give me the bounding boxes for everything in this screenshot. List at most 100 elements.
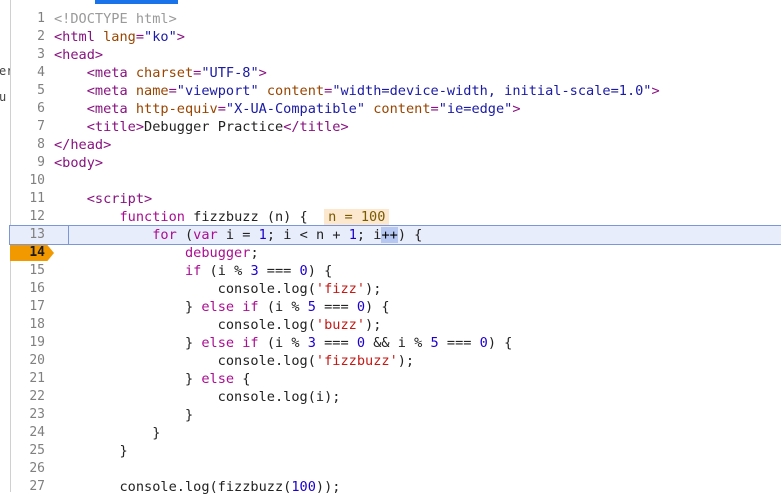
code-line[interactable]: 18 console.log('buzz'); (10, 316, 781, 334)
line-number[interactable]: 8 (10, 136, 45, 154)
line-number[interactable]: 10 (10, 172, 45, 190)
code-token: (i % (209, 263, 251, 279)
paused-code-line[interactable]: 14 debugger; (10, 244, 781, 262)
line-number[interactable]: 24 (10, 424, 45, 442)
code-line[interactable]: 3 <head> (10, 46, 781, 64)
code-token: 3 (307, 335, 316, 351)
code-token: charset (135, 65, 194, 81)
code-token: = (430, 101, 439, 117)
active-tab-indicator (95, 0, 178, 4)
code-line[interactable]: 7 <title>Debugger Practice</title> (10, 118, 781, 136)
code-token: === (258, 263, 300, 279)
code-line[interactable]: 4 <meta charset="UTF-8"> (10, 64, 781, 82)
code-token: 5 (307, 299, 316, 315)
code-line[interactable]: 12 function fizzbuzz (n) { n = 100 (10, 208, 781, 226)
line-number[interactable]: 15 (10, 262, 45, 280)
code-line[interactable]: 2 <html lang="ko"> (10, 28, 781, 46)
code-line[interactable]: 27 console.log(fizzbuzz(100)); (10, 478, 781, 496)
code-line[interactable]: 19 } else if (i % 3 === 0 && i % 5 === 0… (10, 334, 781, 352)
code-line[interactable]: 23 } (10, 406, 781, 424)
line-number[interactable]: 16 (10, 280, 45, 298)
line-number[interactable]: 6 (10, 100, 45, 118)
code-token: > (512, 101, 521, 117)
code-token: 0 (356, 299, 366, 315)
code-line[interactable]: 9 <body> (10, 154, 781, 172)
code-token: <!DOCTYPE html> (54, 11, 177, 27)
code-token: 1 (258, 227, 267, 243)
code-token: 5 (430, 335, 439, 351)
line-number[interactable]: 4 (10, 64, 45, 82)
line-number[interactable]: 26 (10, 460, 45, 478)
code-text: } (54, 442, 128, 460)
line-number[interactable]: 27 (10, 478, 45, 496)
line-number[interactable]: 14 (10, 244, 45, 262)
code-line[interactable]: 11 <script> (10, 190, 781, 208)
line-number[interactable]: 7 (10, 118, 45, 136)
line-number[interactable]: 9 (10, 154, 45, 172)
line-number[interactable]: 5 (10, 82, 45, 100)
line-number[interactable]: 2 (10, 28, 45, 46)
code-line[interactable]: 20 console.log('fizzbuzz'); (10, 352, 781, 370)
code-line[interactable]: 22 console.log(i); (10, 388, 781, 406)
code-token: > (651, 83, 660, 99)
code-token: lang (103, 29, 136, 45)
line-number[interactable]: 22 (10, 388, 45, 406)
code-token: console.log( (54, 353, 316, 369)
highlighted-code-line[interactable]: 13 for (var i = 1; i < n + 1; i++) { (9, 225, 781, 245)
code-line[interactable]: 25 } (10, 442, 781, 460)
code-token: 100 (291, 479, 316, 495)
code-token: console.log(fizzbuzz( (54, 479, 292, 495)
code-token: name (135, 83, 169, 99)
line-number[interactable]: 3 (10, 46, 45, 64)
code-line[interactable]: 24 } (10, 424, 781, 442)
inline-variable-value[interactable]: n = 100 (324, 209, 390, 225)
line-number[interactable]: 21 (10, 370, 45, 388)
code-text: <meta http-equiv="X-UA-Compatible" conte… (54, 100, 521, 118)
code-token: } (54, 443, 128, 459)
line-number[interactable]: 19 (10, 334, 45, 352)
code-text: } (54, 406, 193, 424)
code-token: <script> (86, 191, 153, 207)
code-token: )); (315, 479, 341, 495)
code-token: ; (250, 245, 259, 261)
code-token: = (217, 101, 226, 117)
code-token: && i % (365, 335, 431, 351)
code-token: 'fizz' (315, 281, 366, 297)
code-line[interactable]: 6 <meta http-equiv="X-UA-Compatible" con… (10, 100, 781, 118)
line-number[interactable]: 23 (10, 406, 45, 424)
code-token: <head> (54, 47, 104, 63)
code-text: <script> (54, 190, 152, 208)
code-token: (i % (266, 299, 308, 315)
code-line[interactable]: 26 (10, 460, 781, 478)
code-line[interactable]: 5 <meta name="viewport" content="width=d… (10, 82, 781, 100)
code-line[interactable]: 15 if (i % 3 === 0) { (10, 262, 781, 280)
line-number[interactable]: 11 (10, 190, 45, 208)
code-token: > (258, 65, 267, 81)
code-token: } (54, 407, 194, 423)
source-code-editor[interactable]: 1 <!DOCTYPE html> 2 <html lang="ko"> 3 <head>… (9, 10, 781, 496)
code-line[interactable]: 1 <!DOCTYPE html> (10, 10, 781, 28)
code-line[interactable]: 17 } else if (i % 5 === 0) { (10, 298, 781, 316)
code-line[interactable]: 21 } else { (10, 370, 781, 388)
line-number[interactable]: 1 (10, 10, 45, 28)
code-line[interactable]: 8 </head> (10, 136, 781, 154)
code-token: "X-UA-Compatible" (225, 101, 366, 117)
code-token: content (365, 101, 431, 117)
line-number[interactable]: 20 (10, 352, 45, 370)
code-token: for (152, 227, 185, 243)
code-token: } (54, 299, 202, 315)
line-number[interactable]: 25 (10, 442, 45, 460)
code-token: 0 (299, 263, 308, 279)
line-number[interactable]: 13 (10, 226, 45, 244)
code-token: http-equiv (135, 101, 218, 117)
code-line[interactable]: 10 (10, 172, 781, 190)
code-text: console.log(fizzbuzz(100)); (54, 478, 340, 496)
line-number[interactable]: 18 (10, 316, 45, 334)
line-number[interactable]: 17 (10, 298, 45, 316)
code-line[interactable]: 16 console.log('fizz'); (10, 280, 781, 298)
line-number[interactable]: 12 (10, 208, 45, 226)
